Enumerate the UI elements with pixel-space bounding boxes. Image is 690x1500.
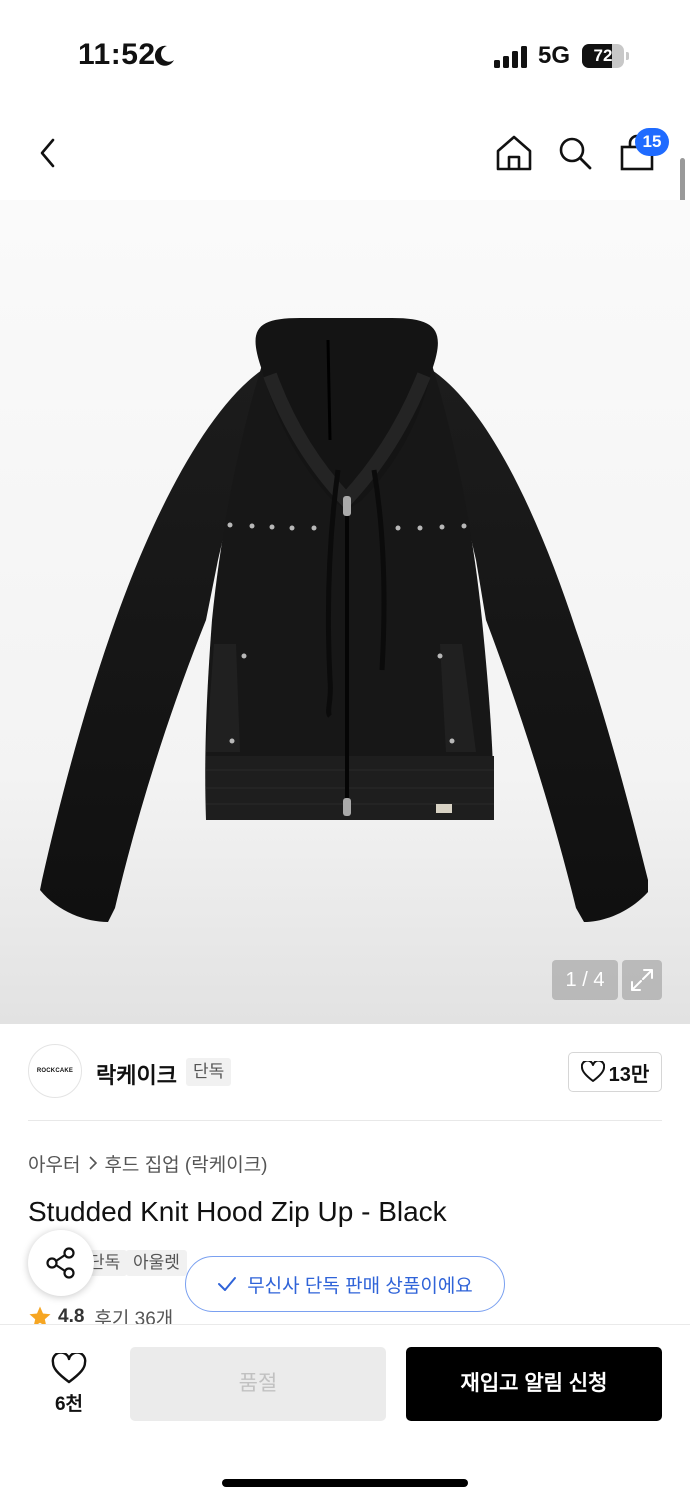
chevron-right-icon: [88, 1156, 98, 1170]
wishlist-count: 6천: [54, 1393, 84, 1415]
brand-name[interactable]: 락케이크: [96, 1058, 177, 1090]
expand-image-button[interactable]: [622, 960, 662, 1000]
share-button[interactable]: [28, 1230, 94, 1296]
gallery-page-indicator: 1 / 4: [552, 960, 618, 1000]
exclusive-notice-toast: 무신사 단독 판매 상품이에요: [185, 1256, 505, 1312]
product-image: [40, 318, 648, 922]
breadcrumb: 아우터 후드 집업 (락케이크): [28, 1150, 268, 1176]
search-button[interactable]: [553, 128, 597, 178]
brand-like-button[interactable]: 13만: [568, 1052, 662, 1092]
expand-icon: [631, 969, 653, 991]
brand-row: ROCKCAKE 락케이크 단독 13만: [0, 1024, 690, 1120]
home-indicator[interactable]: [222, 1479, 468, 1487]
home-icon: [496, 135, 532, 171]
heart-icon: [580, 1061, 605, 1082]
brand-exclusive-tag: 단독: [186, 1058, 232, 1086]
cellular-signal-icon: [494, 46, 527, 68]
product-image-gallery[interactable]: 1 / 4: [0, 200, 690, 1024]
battery-icon: 72: [582, 44, 629, 68]
network-type: 5G: [538, 42, 571, 69]
divider: [28, 1120, 662, 1121]
home-button[interactable]: [492, 128, 536, 178]
back-icon: [40, 138, 55, 168]
search-icon: [559, 137, 592, 170]
check-icon: [218, 1277, 237, 1291]
moon-icon: [154, 45, 174, 66]
status-time: 11:52: [78, 38, 156, 71]
brand-like-count: 13만: [608, 1063, 650, 1086]
back-button[interactable]: [26, 128, 70, 178]
wishlist-button[interactable]: 6천: [36, 1347, 102, 1421]
heart-icon: [51, 1352, 87, 1383]
top-nav: [0, 110, 690, 200]
share-icon: [46, 1247, 75, 1279]
bottom-action-bar: 6천 품절 재입고 알림 신청: [0, 1324, 690, 1500]
product-title: Studded Knit Hood Zip Up - Black: [28, 1196, 447, 1227]
status-bar: 11:52 5G 72: [0, 0, 690, 110]
product-tag-outlet: 아울렛: [126, 1250, 187, 1276]
soldout-button[interactable]: 품절: [130, 1347, 386, 1421]
brand-logo[interactable]: ROCKCAKE: [28, 1044, 82, 1098]
breadcrumb-subcategory[interactable]: 후드 집업 (락케이크): [104, 1150, 267, 1177]
battery-percent: 72: [593, 46, 613, 65]
breadcrumb-category[interactable]: 아우터: [28, 1150, 80, 1177]
exclusive-notice-text: 무신사 단독 판매 상품이에요: [247, 1275, 473, 1297]
cart-count-badge: 15: [635, 128, 669, 156]
restock-alert-button[interactable]: 재입고 알림 신청: [406, 1347, 662, 1421]
